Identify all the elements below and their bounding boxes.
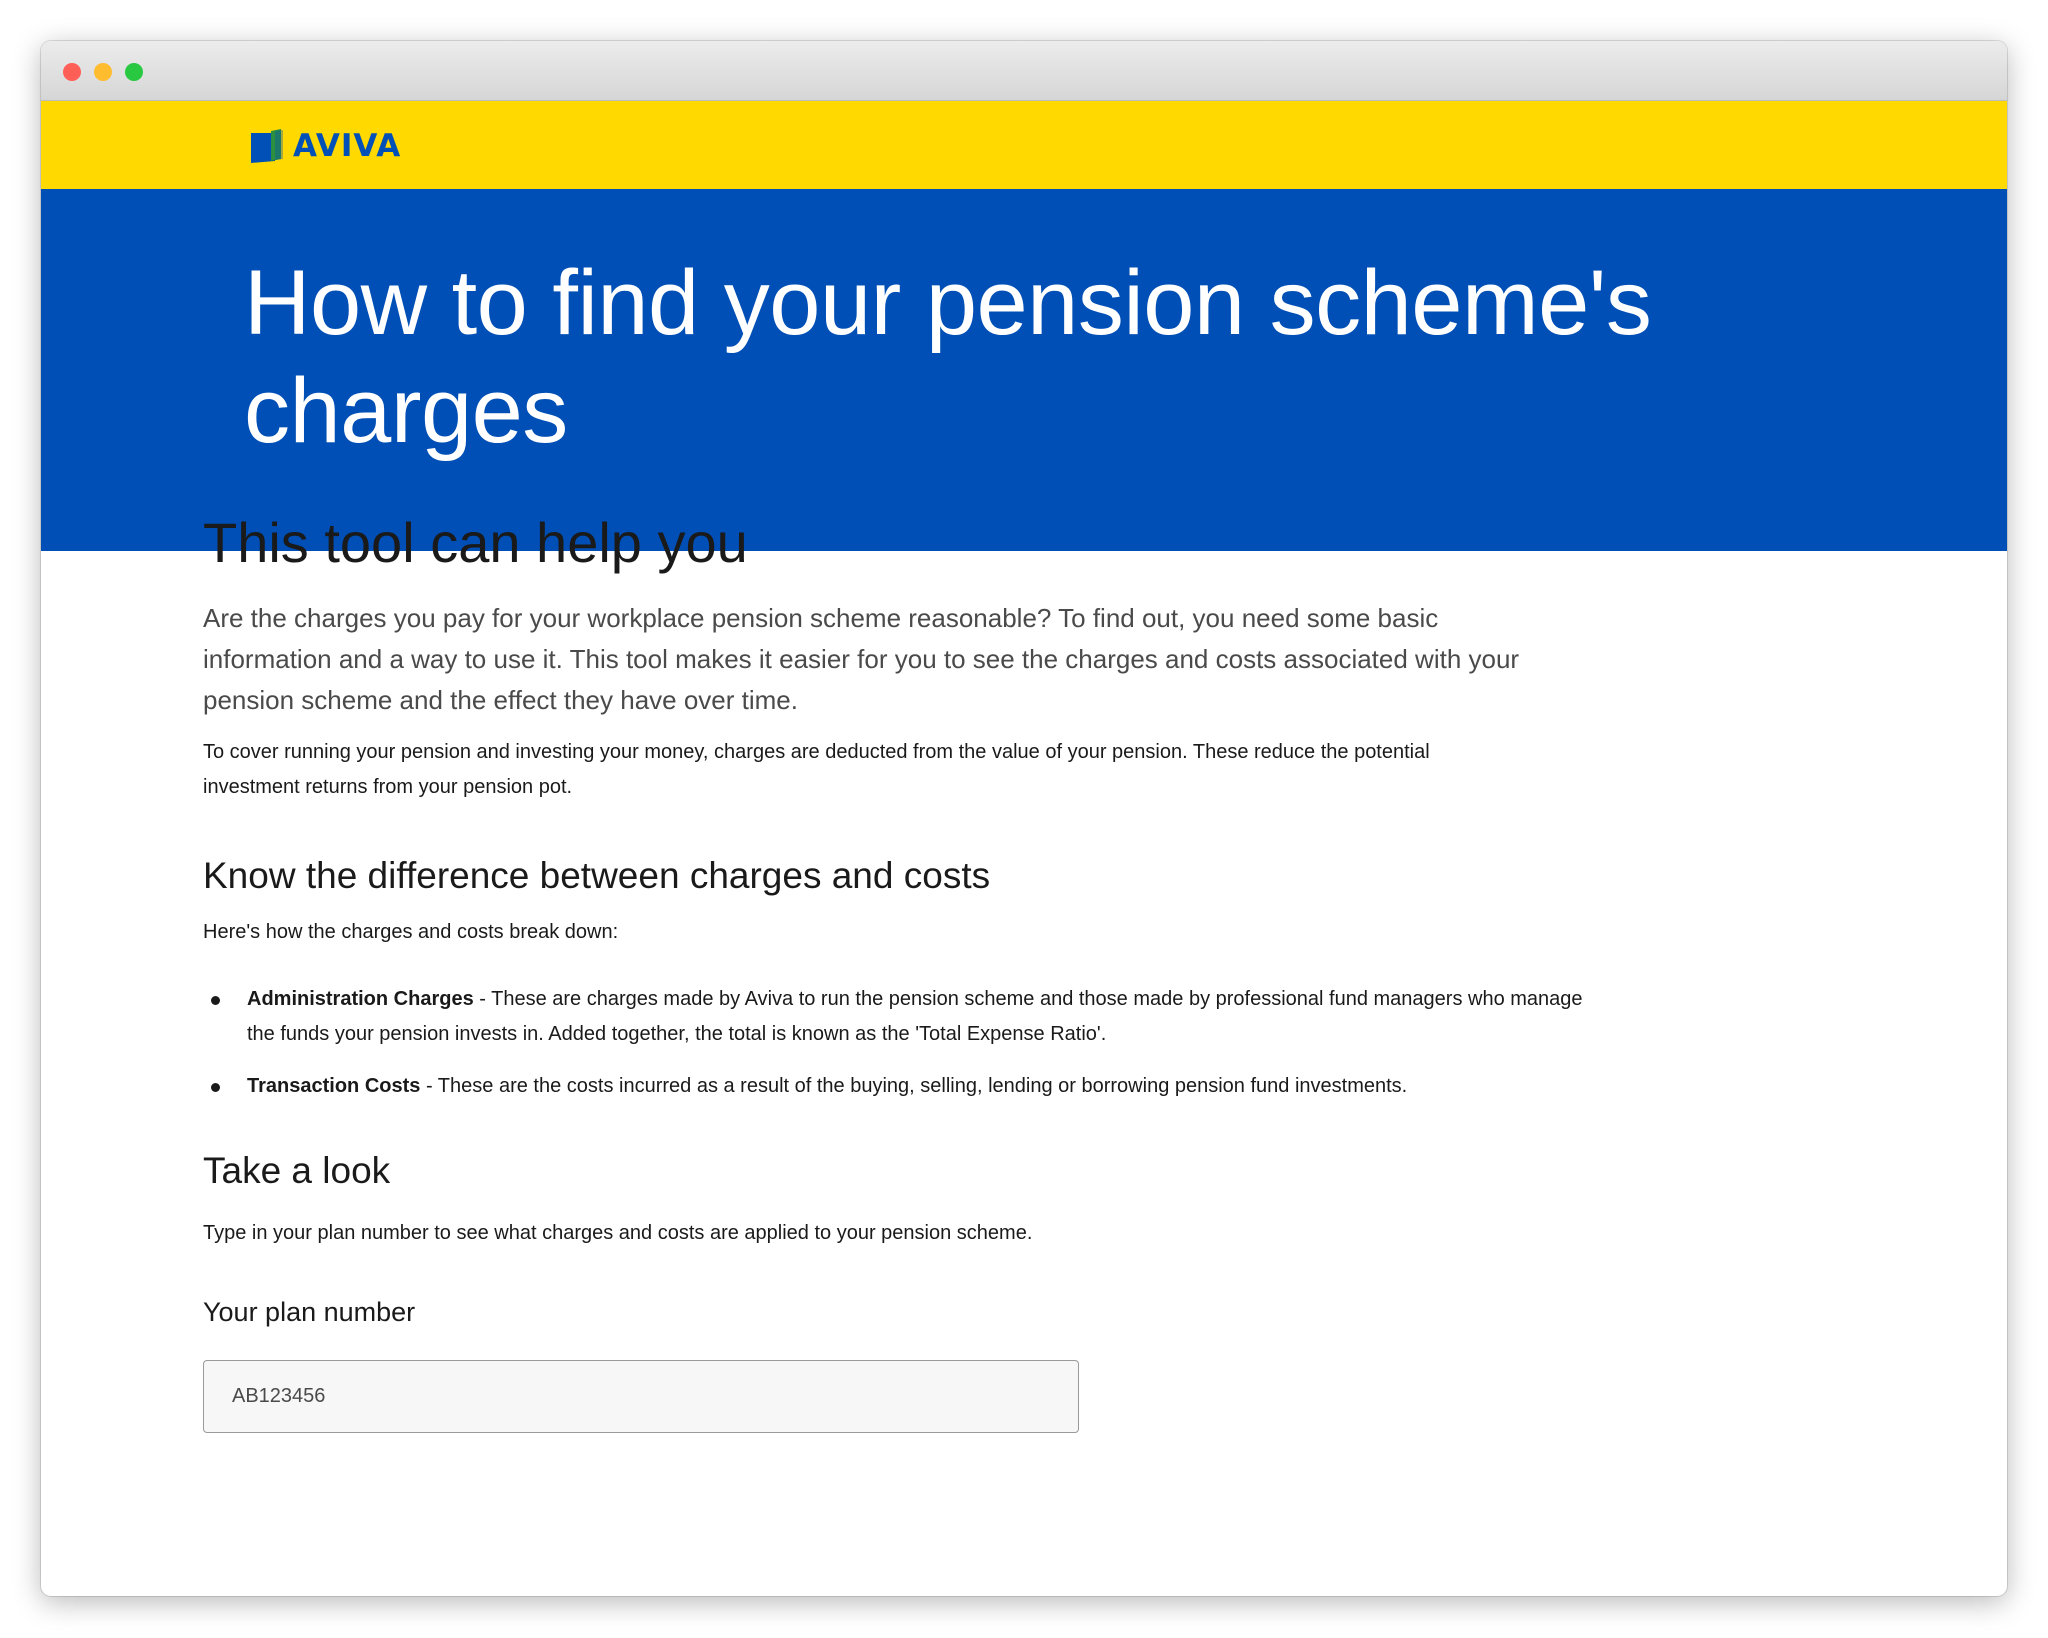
- plan-number-placeholder: AB123456: [232, 1385, 326, 1407]
- logo-wordmark: AVIVA: [293, 128, 402, 164]
- main-content: This tool can help you Are the charges y…: [203, 510, 1583, 1433]
- aviva-logo-icon: [251, 129, 283, 163]
- minimize-window-button[interactable]: [94, 63, 112, 81]
- take-a-look-heading: Take a look: [203, 1150, 391, 1191]
- list-item: Administration Charges - These are charg…: [203, 982, 1583, 1052]
- list-item-term: Transaction Costs: [247, 1075, 421, 1097]
- difference-intro: Here's how the charges and costs break d…: [203, 921, 619, 943]
- intro-heading: This tool can help you: [203, 511, 748, 574]
- plan-number-label: Your plan number: [203, 1297, 416, 1327]
- list-item-term: Administration Charges: [247, 988, 474, 1010]
- difference-heading: Know the difference between charges and …: [203, 855, 991, 896]
- intro-paragraph: To cover running your pension and invest…: [203, 741, 1430, 798]
- window-titlebar: [41, 41, 2007, 101]
- take-a-look-text: Type in your plan number to see what cha…: [203, 1222, 1033, 1244]
- plan-number-input[interactable]: AB123456: [203, 1360, 1079, 1433]
- brand-header: AVIVA: [41, 101, 2007, 189]
- aviva-logo[interactable]: AVIVA: [249, 129, 401, 163]
- list-item-text: - These are the costs incurred as a resu…: [420, 1075, 1408, 1097]
- charges-list: Administration Charges - These are charg…: [203, 982, 1583, 1104]
- list-item: Transaction Costs - These are the costs …: [203, 1069, 1583, 1104]
- intro-lead: Are the charges you pay for your workpla…: [203, 603, 1520, 715]
- maximize-window-button[interactable]: [125, 63, 143, 81]
- close-window-button[interactable]: [63, 63, 81, 81]
- page-title: How to find your pension scheme's charge…: [244, 252, 1652, 462]
- hero-banner: How to find your pension scheme's charge…: [41, 189, 2007, 551]
